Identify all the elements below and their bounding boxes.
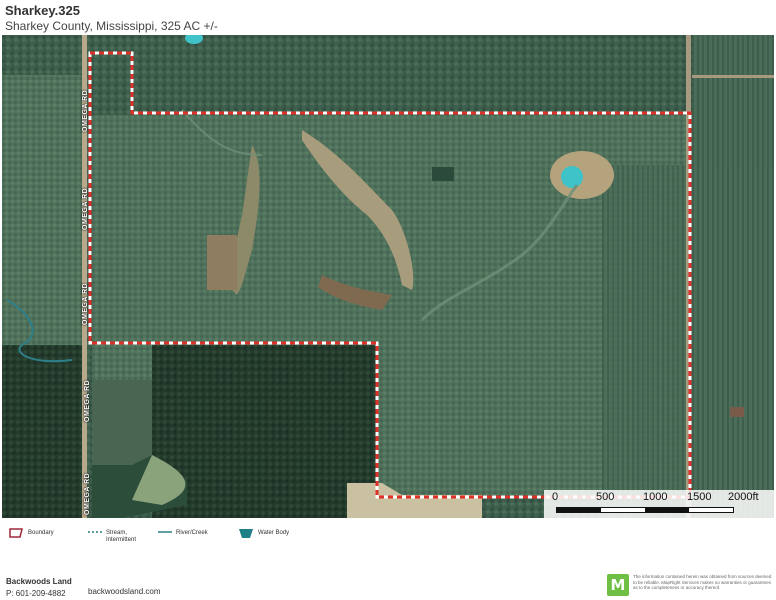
company-info: Backwoods Land P: 601-209-4882 [6, 577, 72, 598]
company-name: Backwoods Land [6, 577, 72, 586]
company-phone: P: 601-209-4882 [6, 589, 66, 598]
legend-item-water-body: Water Body [238, 527, 289, 539]
road-label: OMEGA RD [82, 187, 89, 230]
road-label: OMEGA RD [82, 282, 89, 325]
legend-item-river-creek: River/Creek [158, 527, 208, 537]
scale-label: 1000 [643, 491, 668, 503]
aerial-imagery [2, 35, 774, 518]
legend-item-stream-intermittent: Stream, Intermittent [88, 527, 144, 544]
road-label: OMEGA RD [84, 379, 91, 422]
scale-label: 2000ft [728, 491, 759, 503]
river-creek-icon [158, 531, 172, 533]
company-website[interactable]: backwoodsland.com [88, 587, 160, 596]
header: Sharkey.325 Sharkey County, Mississippi,… [5, 3, 218, 33]
water-body-icon [239, 529, 253, 538]
water-body [561, 166, 583, 188]
boundary-icon [9, 528, 23, 538]
disclaimer-text: The information contained herein was obt… [633, 574, 772, 590]
scale-bar-graphic [556, 507, 734, 513]
stream-intermittent-icon [88, 531, 102, 533]
scale-label: 0 [552, 491, 559, 503]
map-subtitle: Sharkey County, Mississippi, 325 AC +/- [5, 19, 218, 33]
mapright-logo-icon: M [607, 574, 629, 596]
map-title: Sharkey.325 [5, 3, 80, 18]
map-legend: Boundary Stream, Intermittent River/Cree… [8, 527, 328, 544]
road-label: OMEGA RD [84, 472, 91, 515]
road-label: OMEGA RD [82, 89, 89, 132]
scale-label: 1500 [687, 491, 712, 503]
scale-label: 500 [596, 491, 615, 503]
map-view[interactable]: OMEGA RD OMEGA RD OMEGA RD OMEGA RD OMEG… [2, 35, 774, 518]
legend-item-boundary: Boundary [8, 527, 54, 539]
scale-bar: 0 500 1000 1500 2000ft [544, 490, 774, 518]
